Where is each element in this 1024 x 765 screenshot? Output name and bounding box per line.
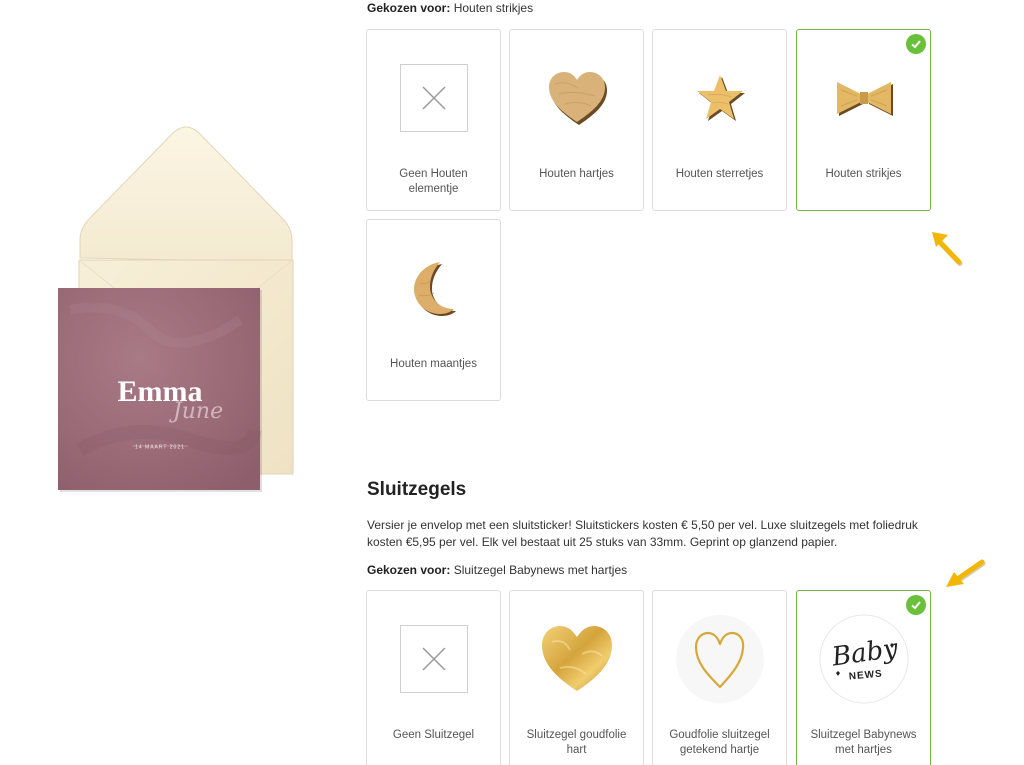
seal-option-gold-heart[interactable]: Sluitzegel goudfolie hart [509, 590, 644, 765]
wooden-heart-icon [548, 72, 607, 125]
wood-option-hearts[interactable]: Houten hartjes [509, 29, 644, 211]
wood-chosen-prefix: Gekozen voor: [367, 1, 451, 15]
wooden-moon-icon [413, 262, 456, 316]
seal-option-babynews[interactable]: Baby NEWS Sluitzegel Babynews met hartje… [796, 590, 931, 765]
seal-option-outline-heart[interactable]: Goudfolie sluitzegel getekend hartje [652, 590, 787, 765]
none-x-icon [399, 64, 468, 132]
seal-option-label: Sluitzegel Babynews met hartjes [810, 729, 917, 756]
wood-option-thumb [367, 248, 500, 328]
wood-option-thumb [510, 58, 643, 138]
seal-option-label: Goudfolie sluitzegel getekend hartje [669, 729, 770, 756]
card-envelope-illustration: Emma June 14 MAART 2021 [58, 126, 294, 492]
page: Emma June 14 MAART 2021 Gekozen voor: Ho… [0, 0, 1024, 765]
seal-option-label: Geen Sluitzegel [392, 729, 475, 741]
wood-option-stars[interactable]: Houten sterretjes [652, 29, 787, 211]
wood-option-thumb [797, 58, 930, 138]
card-preview: Emma June 14 MAART 2021 [0, 0, 340, 765]
wood-option-moons[interactable]: Houten maantjes [366, 219, 501, 401]
gold-outline-heart-icon [675, 615, 764, 703]
checkmark-icon [906, 34, 926, 54]
wood-option-label: Houten strikjes [825, 168, 902, 180]
seal-option-none[interactable]: Geen Sluitzegel [366, 590, 501, 765]
arrow-pointer-icon [932, 232, 963, 266]
seal-option-thumb: Baby NEWS [797, 611, 930, 707]
wood-option-label: Houten sterretjes [675, 168, 764, 180]
wood-option-label: Houten hartjes [539, 168, 614, 180]
arrow-pointer-icon [946, 559, 986, 587]
card-date: 14 MAART 2021 [135, 445, 185, 451]
wooden-star-icon [696, 75, 745, 121]
wood-chosen-value: Houten strikjes [453, 1, 534, 15]
wooden-bow-icon [836, 82, 893, 116]
wood-option-none[interactable]: Geen Houten elementje [366, 29, 501, 211]
wood-option-bows[interactable]: Houten strikjes [796, 29, 931, 211]
wood-option-label: Houten maantjes [390, 358, 477, 370]
seal-option-thumb [653, 611, 786, 707]
seal-chosen-value: Sluitzegel Babynews met hartjes [453, 563, 628, 577]
seal-section-title: Sluitzegels [367, 479, 467, 500]
seal-section-description: Versier je envelop met een sluitsticker!… [367, 518, 918, 549]
babynews-seal-icon: Baby NEWS [819, 614, 908, 704]
card-script-name: June [169, 399, 223, 424]
gold-foil-heart-icon [541, 626, 612, 691]
seal-option-label: Sluitzegel goudfolie hart [526, 729, 627, 756]
wood-option-thumb [653, 58, 786, 138]
seal-option-thumb [367, 619, 500, 699]
wood-chosen-text: Gekozen voor: Houten strikjes [367, 1, 533, 15]
seal-chosen-prefix: Gekozen voor: [367, 563, 451, 577]
seal-chosen-text: Gekozen voor: Sluitzegel Babynews met ha… [367, 563, 627, 577]
wood-option-label: Geen Houten elementje [399, 168, 468, 195]
wood-option-thumb [367, 58, 500, 138]
none-x-icon [399, 625, 468, 693]
seal-option-thumb [510, 615, 643, 703]
